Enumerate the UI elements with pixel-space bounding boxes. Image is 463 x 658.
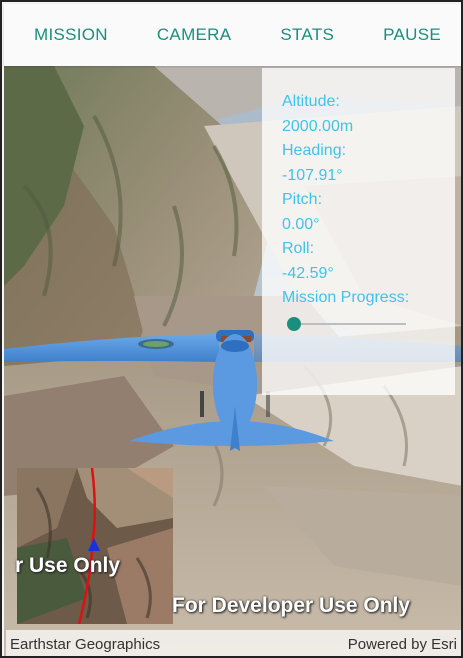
slider-track [294,322,406,325]
overview-minimap[interactable] [17,468,173,624]
attribution-bar: Earthstar Geographics Powered by Esri [6,630,461,656]
roll-label: Roll: [282,240,315,257]
mission-button[interactable]: MISSION [30,19,112,51]
stats-button[interactable]: STATS [276,19,338,51]
minimap-imagery [17,468,173,624]
stats-panel: Altitude: 2000.00m Heading: -107.91° Pit… [262,68,455,395]
roll-value: -42.59° [282,264,334,282]
pitch-value: 0.00° [282,215,320,233]
pitch-label: Pitch: [282,191,323,208]
altitude-value: 2000.00m [282,117,354,135]
pause-button[interactable]: PAUSE [379,19,445,51]
minimap-watermark: r Use Only [15,554,121,577]
attribution-right[interactable]: Powered by Esri [348,636,457,653]
mission-progress-slider[interactable] [287,315,406,333]
app-bar: MISSION CAMERA STATS PAUSE [4,4,461,66]
heading-value: -107.91° [282,166,343,184]
scene-watermark: For Developer Use Only [172,594,411,617]
attribution-left: Earthstar Geographics [10,635,161,653]
camera-button[interactable]: CAMERA [153,19,236,51]
heading-label: Heading: [282,142,347,159]
altitude-label: Altitude: [282,93,340,110]
mission-progress-label: Mission Progress: [282,289,410,306]
slider-thumb[interactable] [287,316,301,331]
app-frame: MISSION CAMERA STATS PAUSE r Use Only Fo… [0,0,463,658]
